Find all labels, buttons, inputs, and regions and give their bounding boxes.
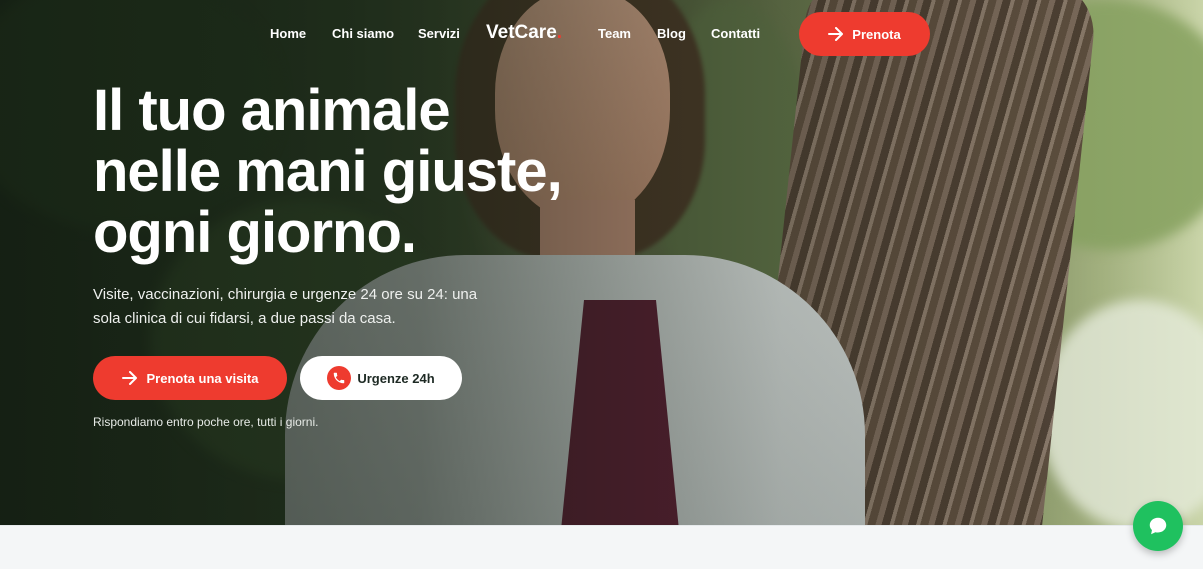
emergency-label: Urgenze 24h	[357, 370, 435, 386]
brand-name: VetCare	[486, 22, 557, 43]
book-visit-button[interactable]: Prenota una visita	[93, 356, 287, 400]
top-navigation: Home Chi siamo Servizi VetCare. Team Blo…	[0, 0, 1203, 68]
chat-button[interactable]	[1133, 501, 1183, 551]
phone-icon	[327, 366, 352, 390]
nav-link-chi-siamo[interactable]: Chi siamo	[332, 26, 394, 41]
hero-section: Home Chi siamo Servizi VetCare. Team Blo…	[0, 0, 1203, 525]
arrow-right-icon	[121, 371, 137, 385]
headline-line-1: Il tuo animale	[93, 78, 451, 143]
nav-link-home[interactable]: Home	[270, 26, 306, 41]
hero-subtitle: Visite, vaccinazioni, chirurgia e urgenz…	[93, 286, 478, 327]
nav-link-servizi[interactable]: Servizi	[418, 26, 460, 41]
book-visit-label: Prenota una visita	[146, 370, 259, 386]
nav-link-blog[interactable]: Blog	[657, 26, 686, 41]
response-note: Rispondiamo entro poche ore, tutti i gio…	[93, 415, 319, 429]
headline-line-3: ogni giorno.	[93, 200, 417, 265]
nav-link-team[interactable]: Team	[598, 26, 631, 41]
nav-link-contatti[interactable]: Contatti	[711, 26, 760, 41]
nav-prenota-label: Prenota	[852, 26, 901, 42]
hero-headline: Il tuo animale nelle mani giuste, ogni g…	[93, 80, 713, 263]
brand-logo[interactable]: VetCare.	[486, 22, 562, 44]
chat-bubble-icon	[1149, 517, 1167, 535]
headline-line-2: nelle mani giuste,	[93, 139, 563, 204]
next-section	[0, 525, 1203, 569]
nav-prenota-button[interactable]: Prenota	[799, 12, 930, 56]
brand-dot: .	[556, 22, 563, 43]
arrow-right-icon	[828, 27, 844, 41]
emergency-button[interactable]: Urgenze 24h	[300, 356, 462, 400]
